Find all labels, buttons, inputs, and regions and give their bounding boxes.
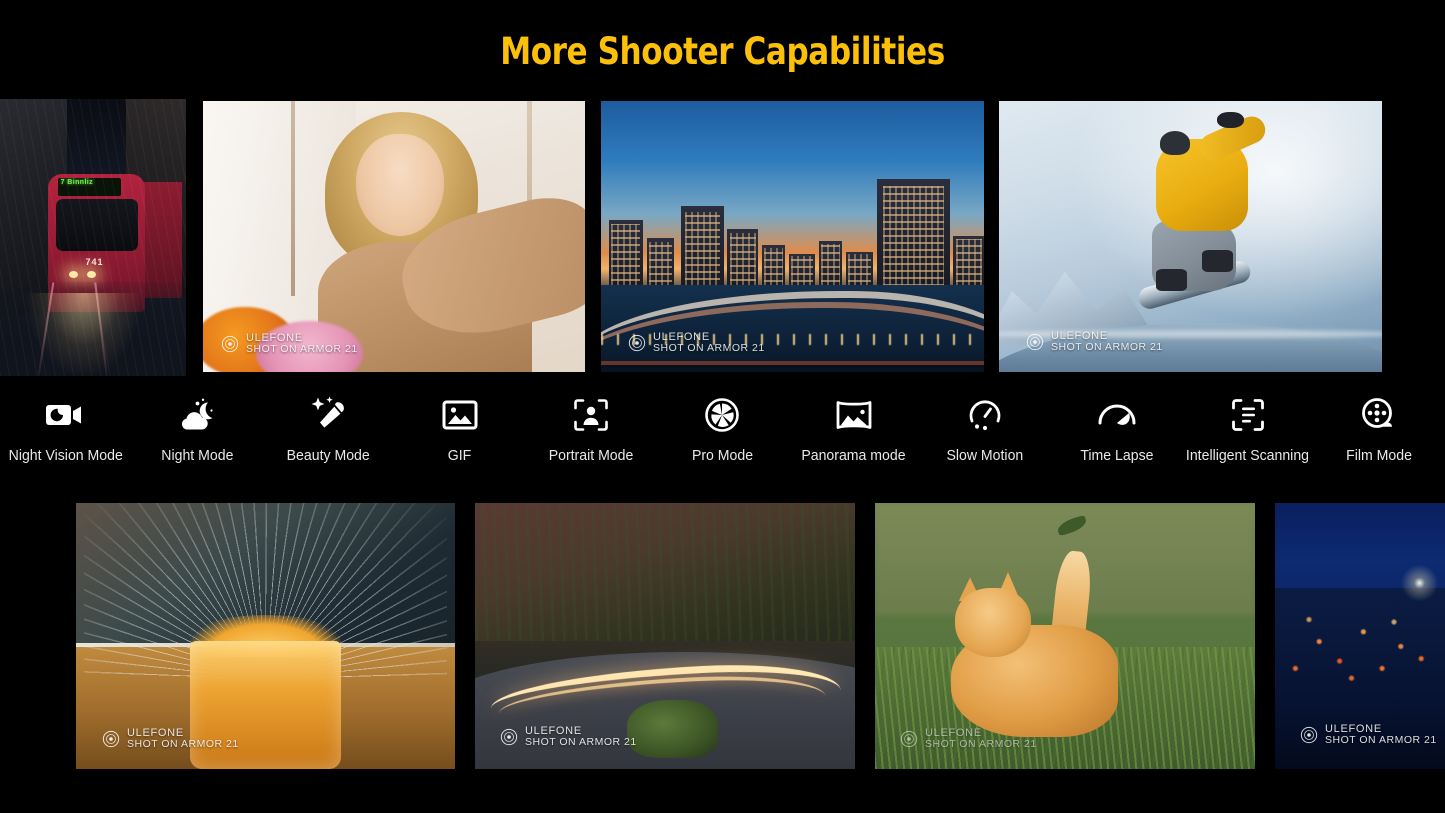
- mode-label: Beauty Mode: [286, 447, 370, 464]
- snowboarder-photo[interactable]: ULEFONE SHOT ON ARMOR 21: [999, 101, 1382, 372]
- mode-label: Film Mode: [1346, 447, 1413, 464]
- panorama-landscape-icon: [831, 392, 877, 438]
- mode-beauty[interactable]: Beauty Mode: [263, 392, 394, 464]
- drink-splash-photo[interactable]: ULEFONE SHOT ON ARMOR 21: [76, 503, 455, 769]
- drink-splash-scene: [76, 503, 455, 769]
- mode-label: Pro Mode: [691, 447, 754, 464]
- selfie-scene: [203, 101, 585, 372]
- snowboarder-scene: [999, 101, 1382, 372]
- page-title: More Shooter Capabilities: [500, 30, 945, 73]
- speedometer-needle-icon: [1094, 392, 1140, 438]
- mode-panorama[interactable]: Panorama mode: [788, 392, 919, 464]
- night-cityscape-scene: [1275, 503, 1445, 769]
- mode-label: Night Vision Mode: [8, 447, 123, 464]
- picture-frame-icon: [437, 392, 483, 438]
- playing-cat-scene: [875, 503, 1255, 769]
- night-cityscape-photo[interactable]: ULEFONE SHOT ON ARMOR 21: [1275, 503, 1445, 769]
- playing-cat-photo[interactable]: ULEFONE SHOT ON ARMOR 21: [875, 503, 1255, 769]
- mode-label: Intelligent Scanning: [1186, 447, 1310, 464]
- shooting-modes-row: Night Vision Mode Night Mode Beauty Mode…: [0, 392, 1445, 492]
- mode-night[interactable]: Night Mode: [131, 392, 262, 464]
- night-tram-scene: 7 Binnliz 741: [0, 99, 186, 376]
- selfie-portrait-photo[interactable]: ULEFONE SHOT ON ARMOR 21: [203, 101, 585, 372]
- mode-pro[interactable]: Pro Mode: [657, 392, 788, 464]
- mode-night-vision[interactable]: Night Vision Mode: [0, 392, 131, 464]
- person-focus-frame-icon: [568, 392, 614, 438]
- document-scan-frame-icon: [1225, 392, 1271, 438]
- slow-speedometer-icon: [962, 392, 1008, 438]
- mode-label: Panorama mode: [801, 447, 906, 464]
- mode-portrait[interactable]: Portrait Mode: [525, 392, 656, 464]
- light-trails-scene: [475, 503, 855, 769]
- mode-label: Portrait Mode: [548, 447, 634, 464]
- moon-cloud-icon: [174, 392, 220, 438]
- city-dusk-photo[interactable]: ULEFONE SHOT ON ARMOR 21: [601, 101, 984, 372]
- mode-label: Time Lapse: [1079, 447, 1154, 464]
- light-trails-road-photo[interactable]: ULEFONE SHOT ON ARMOR 21: [475, 503, 855, 769]
- mode-gif[interactable]: GIF: [394, 392, 525, 464]
- night-vision-camera-icon: [43, 392, 89, 438]
- mode-label: Slow Motion: [946, 447, 1024, 464]
- mode-label: Night Mode: [160, 447, 234, 464]
- camera-aperture-icon: [699, 392, 745, 438]
- promo-page: More Shooter Capabilities 7 Binnliz 741: [0, 0, 1445, 813]
- makeup-brush-sparkle-icon: [305, 392, 351, 438]
- mode-time-lapse[interactable]: Time Lapse: [1051, 392, 1182, 464]
- city-dusk-scene: [601, 101, 984, 372]
- mode-slow-motion[interactable]: Slow Motion: [920, 392, 1051, 464]
- mode-label: GIF: [448, 447, 472, 464]
- night-tram-photo[interactable]: 7 Binnliz 741: [0, 99, 186, 376]
- mode-film[interactable]: Film Mode: [1314, 392, 1445, 464]
- film-reel-icon: [1356, 392, 1402, 438]
- mode-intelligent-scanning[interactable]: Intelligent Scanning: [1182, 392, 1313, 464]
